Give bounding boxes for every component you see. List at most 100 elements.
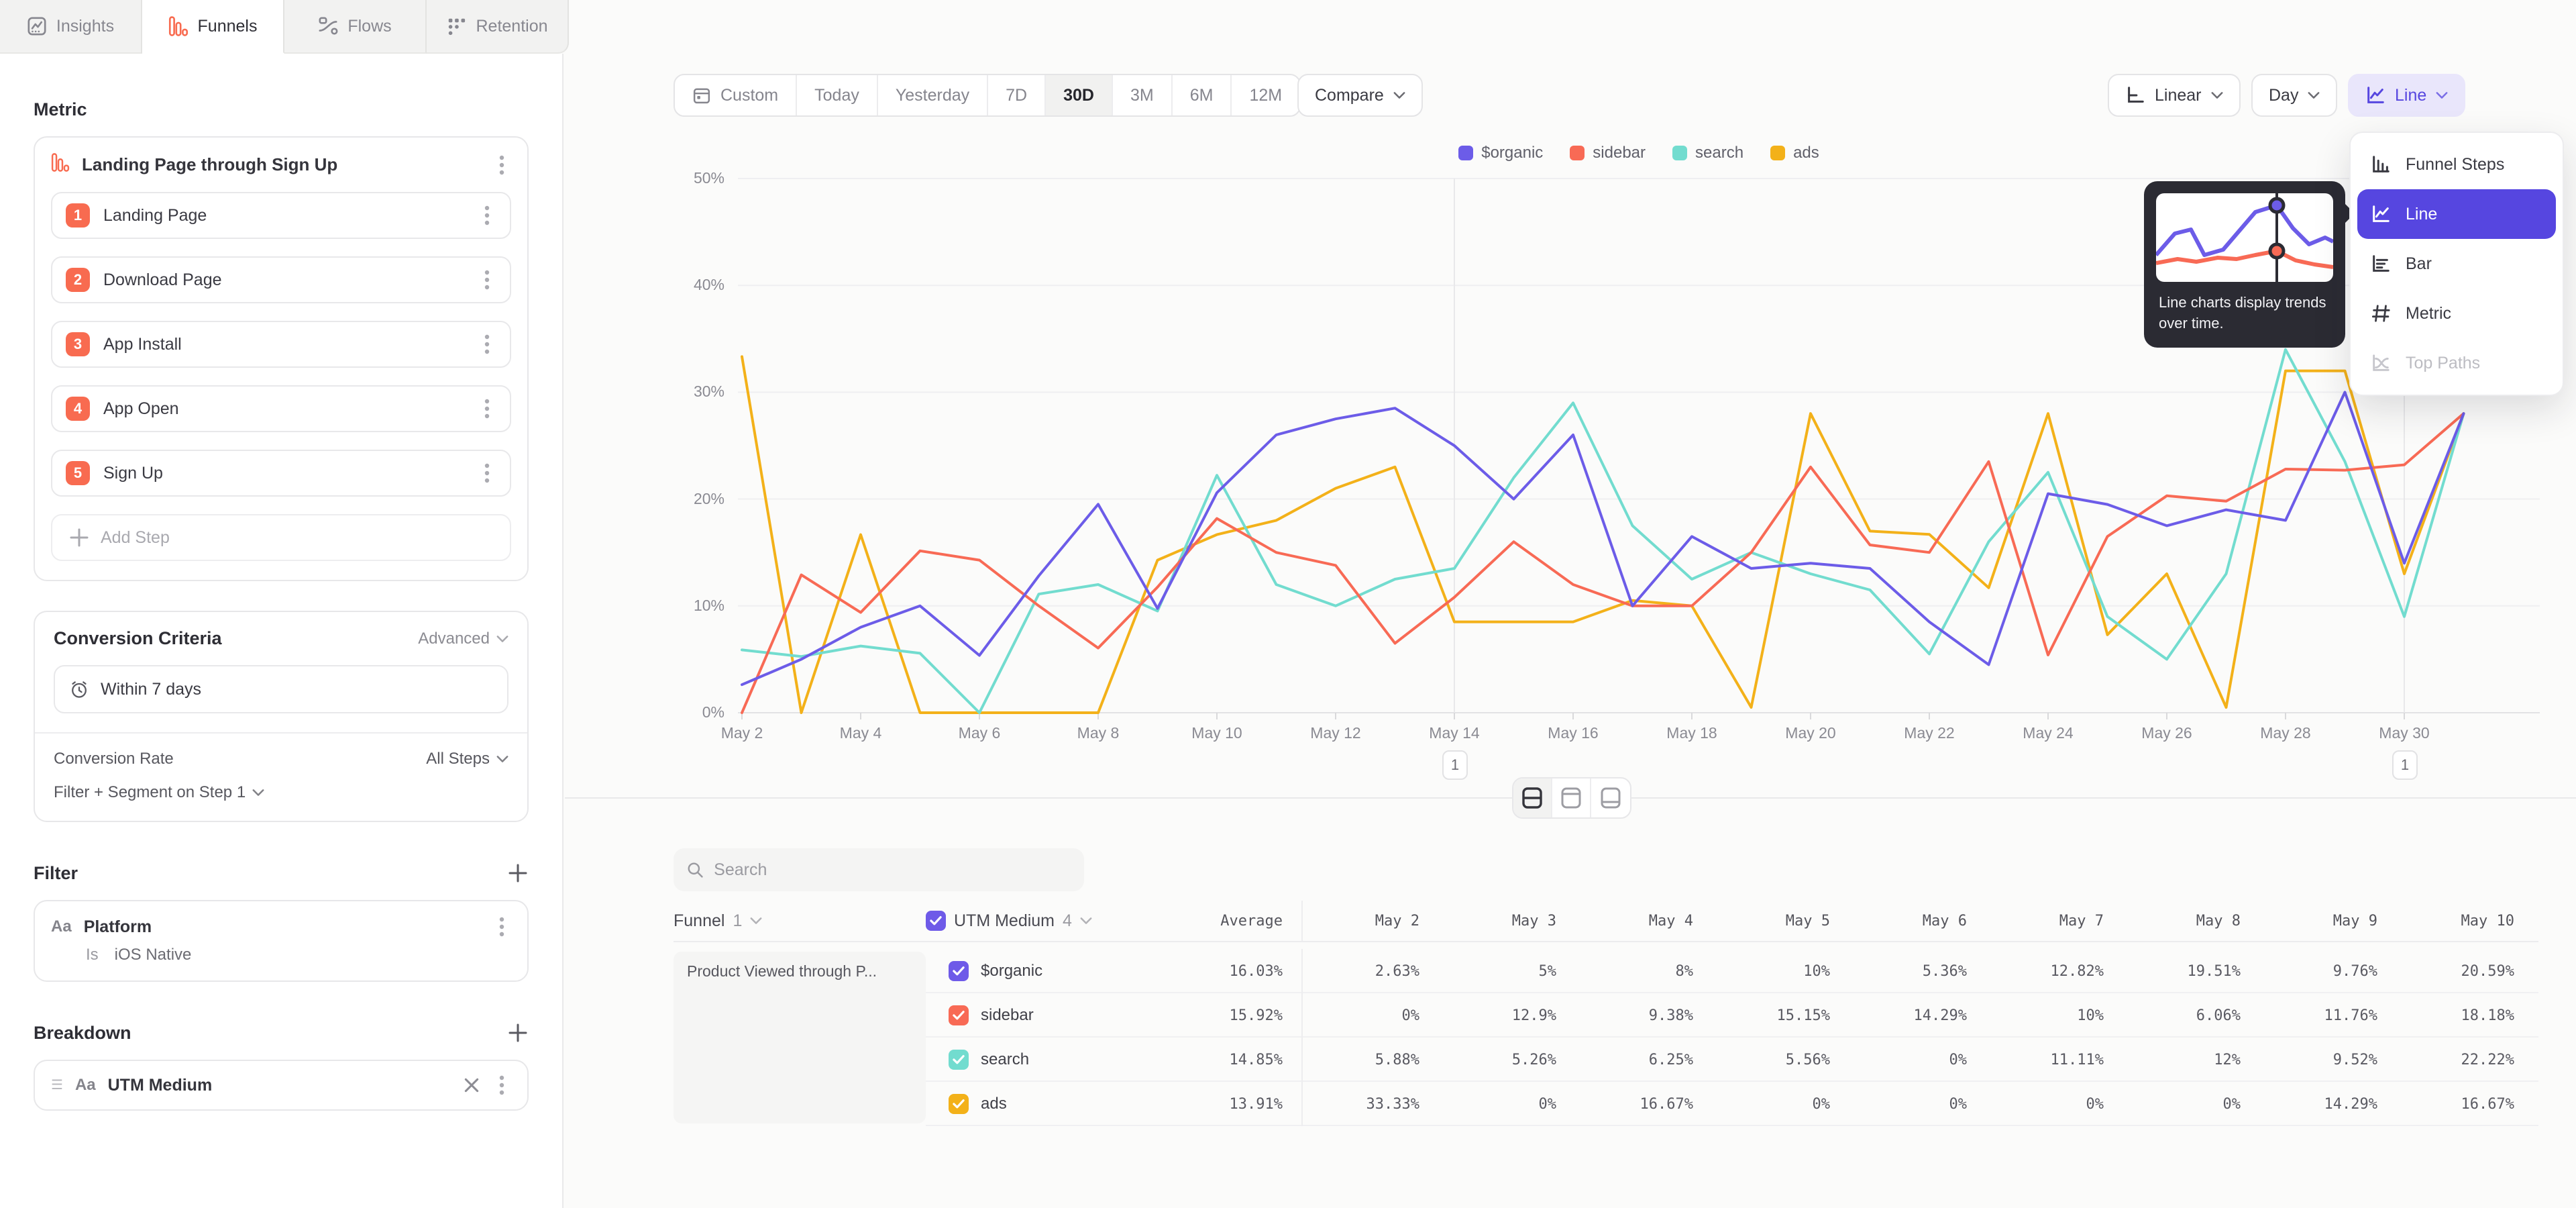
range-7d[interactable]: 7D xyxy=(988,75,1046,115)
y-axis-label: 0% xyxy=(663,703,724,721)
average-cell: 14.85% xyxy=(1140,1052,1301,1068)
table-cell: 9.52% xyxy=(2259,1052,2396,1068)
interval-selector-button[interactable]: Day xyxy=(2251,74,2337,117)
svg-text:May 12: May 12 xyxy=(1310,724,1360,742)
legend-item-ads[interactable]: ads xyxy=(1770,144,1819,162)
step-number-badge: 3 xyxy=(66,332,90,356)
svg-text:May 2: May 2 xyxy=(721,724,763,742)
kebab-icon[interactable] xyxy=(492,916,511,938)
breakdown-card: ☰ Aa UTM Medium xyxy=(34,1060,529,1111)
row-checkbox[interactable] xyxy=(949,961,969,981)
string-type-icon: Aa xyxy=(75,1076,96,1095)
insights-icon xyxy=(27,16,47,36)
table-cell: 5.56% xyxy=(1712,1052,1849,1068)
range-30d[interactable]: 30D xyxy=(1046,75,1113,115)
filter-property[interactable]: Platform xyxy=(84,917,480,937)
select-all-checkbox[interactable] xyxy=(926,911,946,931)
tab-retention[interactable]: Retention xyxy=(427,0,569,54)
funnel-step-sign-up[interactable]: 5 Sign Up xyxy=(51,450,511,497)
legend-item-sidebar[interactable]: sidebar xyxy=(1570,144,1646,162)
row-checkbox[interactable] xyxy=(949,1005,969,1025)
table-cell: 11.76% xyxy=(2259,1007,2396,1024)
toppaths-icon xyxy=(2371,353,2391,373)
kebab-icon[interactable] xyxy=(478,269,496,291)
calendar-icon xyxy=(692,86,711,105)
chevron-down-icon xyxy=(496,755,508,763)
kebab-icon[interactable] xyxy=(478,205,496,226)
filter-operator[interactable]: Is xyxy=(86,946,99,964)
range-yesterday[interactable]: Yesterday xyxy=(878,75,988,115)
funnel-row-group-label[interactable]: Product Viewed through P... xyxy=(674,952,926,1123)
funnel-metric-header[interactable]: Landing Page through Sign Up xyxy=(35,138,527,192)
conversion-window-button[interactable]: Within 7 days xyxy=(54,665,508,713)
flows-icon xyxy=(318,16,338,36)
table-cell: 20.59% xyxy=(2396,963,2533,980)
add-filter-button[interactable] xyxy=(507,862,529,884)
table-row-ads: ads 13.91%33.33%0%16.67%0%0%0%0%14.29%16… xyxy=(926,1082,2538,1126)
kebab-icon[interactable] xyxy=(478,398,496,419)
svg-text:May 14: May 14 xyxy=(1429,724,1480,742)
scale-selector-button[interactable]: Linear xyxy=(2108,74,2241,117)
layout-chart-only-button[interactable] xyxy=(1552,778,1591,817)
search-input[interactable] xyxy=(714,860,1071,880)
menu-item-metric[interactable]: Metric xyxy=(2357,289,2556,338)
add-breakdown-button[interactable] xyxy=(507,1022,529,1044)
legend-swatch xyxy=(1570,146,1585,160)
search-icon xyxy=(687,861,703,878)
step-number-badge: 1 xyxy=(66,203,90,228)
menu-item-line[interactable]: Line xyxy=(2357,189,2556,239)
column-header-may-4: May 4 xyxy=(1575,913,1712,929)
close-icon[interactable] xyxy=(463,1076,480,1094)
conversion-rate-dropdown[interactable]: All Steps xyxy=(426,750,508,768)
annotation-marker[interactable]: 1 xyxy=(1442,750,1468,780)
linear-axis-icon xyxy=(2125,85,2145,105)
funnel-step-download-page[interactable]: 2 Download Page xyxy=(51,256,511,303)
average-cell: 15.92% xyxy=(1140,1007,1301,1024)
add-step-button[interactable]: Add Step xyxy=(51,514,511,561)
chevron-down-icon xyxy=(496,635,508,643)
kebab-icon[interactable] xyxy=(492,154,511,176)
step-number-badge: 4 xyxy=(66,397,90,421)
funnel-step-app-open[interactable]: 4 App Open xyxy=(51,385,511,432)
kebab-icon[interactable] xyxy=(492,1074,511,1096)
row-checkbox[interactable] xyxy=(949,1050,969,1070)
legend-swatch xyxy=(1770,146,1785,160)
svg-text:May 16: May 16 xyxy=(1548,724,1598,742)
annotation-marker[interactable]: 1 xyxy=(2392,750,2418,780)
breakdown-column-header[interactable]: UTM Medium 4 xyxy=(926,911,1140,931)
breakdown-section-header: Breakdown xyxy=(34,1022,529,1044)
filter-value[interactable]: iOS Native xyxy=(115,946,192,964)
table-row-sidebar: sidebar 15.92%0%12.9%9.38%15.15%14.29%10… xyxy=(926,993,2538,1038)
svg-text:May 30: May 30 xyxy=(2379,724,2429,742)
funnel-column-header[interactable]: Funnel 1 xyxy=(674,911,926,931)
range-12m[interactable]: 12M xyxy=(1232,75,1299,115)
range-6m[interactable]: 6M xyxy=(1173,75,1232,115)
tab-funnels[interactable]: Funnels xyxy=(142,0,284,54)
tab-insights[interactable]: Insights xyxy=(0,0,142,54)
funnels-app: Insights Funnels Flows Retention Metric … xyxy=(0,0,2576,1208)
funnel-step-landing-page[interactable]: 1 Landing Page xyxy=(51,192,511,239)
range-3m[interactable]: 3M xyxy=(1113,75,1173,115)
layout-split-button[interactable] xyxy=(1513,778,1552,817)
kebab-icon[interactable] xyxy=(478,462,496,484)
menu-item-funnel-steps[interactable]: Funnel Steps xyxy=(2357,140,2556,189)
row-checkbox[interactable] xyxy=(949,1094,969,1114)
range-today[interactable]: Today xyxy=(797,75,878,115)
breakdown-property[interactable]: UTM Medium xyxy=(108,1076,451,1095)
layout-table-only-button[interactable] xyxy=(1591,778,1630,817)
kebab-icon[interactable] xyxy=(478,334,496,355)
funnel-step-app-install[interactable]: 3 App Install xyxy=(51,321,511,368)
table-cell: 9.76% xyxy=(2259,963,2396,980)
drag-handle-icon[interactable]: ☰ xyxy=(51,1083,63,1088)
svg-text:May 6: May 6 xyxy=(959,724,1001,742)
chart-type-button[interactable]: Line xyxy=(2348,74,2465,117)
menu-item-bar[interactable]: Bar xyxy=(2357,239,2556,289)
legend-item-search[interactable]: search xyxy=(1672,144,1743,162)
compare-button[interactable]: Compare xyxy=(1297,74,1423,117)
range-custom[interactable]: Custom xyxy=(675,75,797,115)
table-cell: 12.9% xyxy=(1438,1007,1575,1024)
legend-item-organic[interactable]: $organic xyxy=(1458,144,1543,162)
filter-segment-dropdown[interactable]: Filter + Segment on Step 1 xyxy=(54,783,264,802)
tab-flows[interactable]: Flows xyxy=(284,0,427,54)
advanced-dropdown[interactable]: Advanced xyxy=(418,630,508,648)
